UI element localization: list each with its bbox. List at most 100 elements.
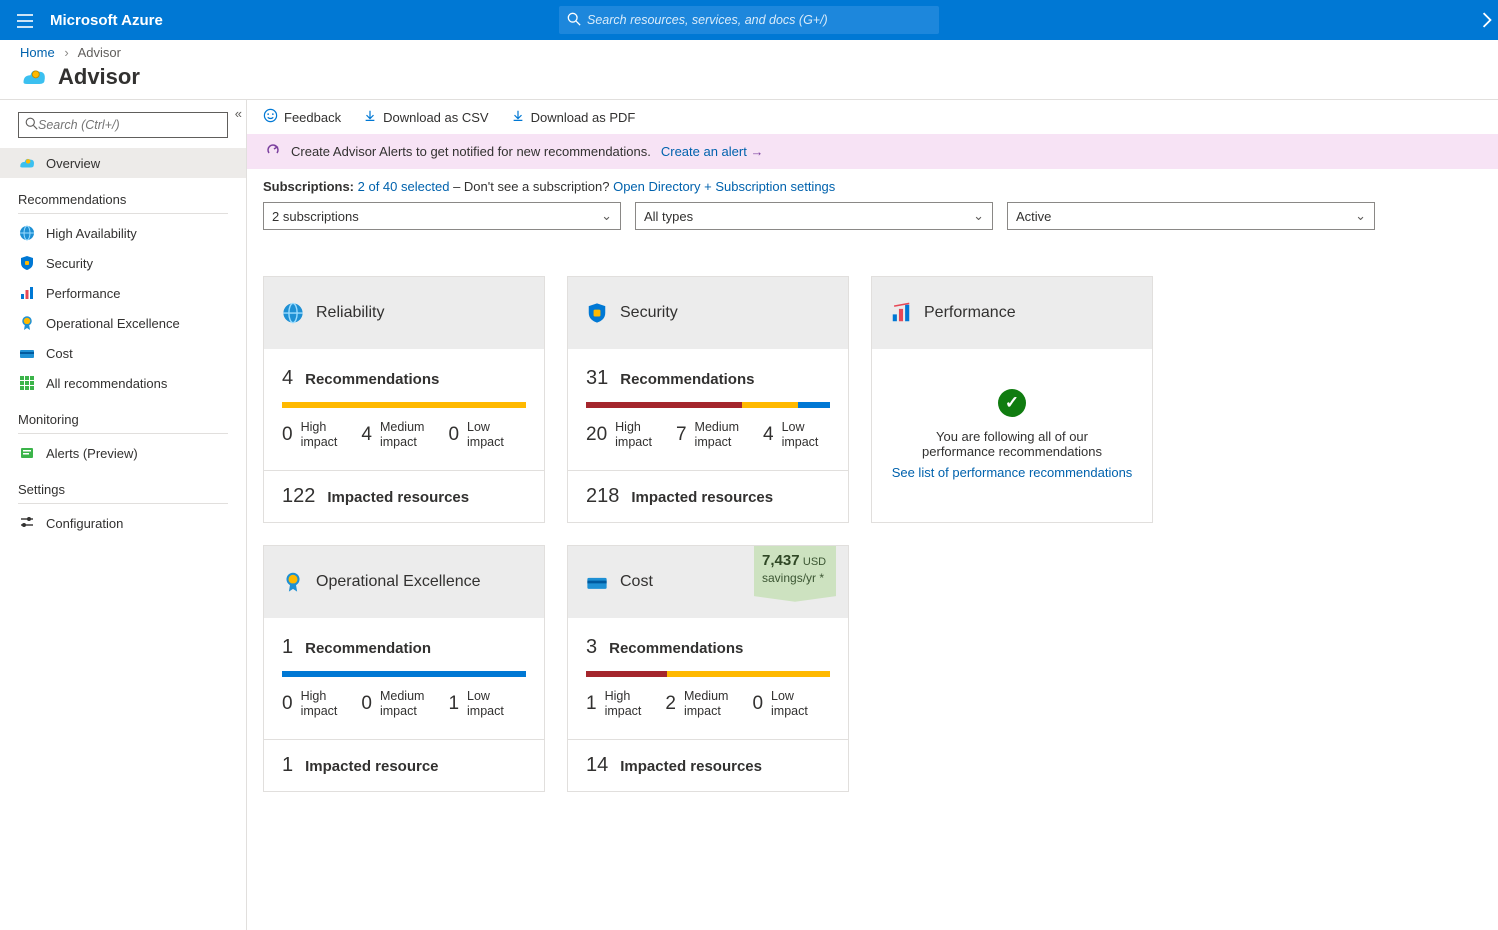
rec-label: Recommendations: [620, 371, 754, 388]
sidebar-search[interactable]: [18, 112, 228, 138]
alert-banner: Create Advisor Alerts to get notified fo…: [247, 134, 1498, 169]
sidebar-item-all-recommendations[interactable]: All recommendations: [0, 368, 246, 398]
sidebar-item-configuration[interactable]: Configuration: [0, 508, 246, 538]
subscriptions-help: – Don't see a subscription?: [453, 179, 613, 194]
subscriptions-dropdown[interactable]: 2 subscriptions ⌄: [263, 202, 621, 230]
globe-icon: [18, 224, 36, 242]
advisor-icon: [18, 154, 36, 172]
collapse-sidebar[interactable]: «: [235, 106, 242, 121]
sidebar-item-operational-excellence[interactable]: Operational Excellence: [0, 308, 246, 338]
card-title: Reliability: [316, 304, 384, 322]
sidebar-group-settings: Settings: [0, 468, 246, 501]
impacted-count: 218: [586, 485, 619, 508]
download-csv-label: Download as CSV: [383, 110, 489, 125]
global-search-input[interactable]: [587, 13, 931, 27]
feedback-label: Feedback: [284, 110, 341, 125]
cost-icon: [18, 344, 36, 362]
download-icon: [511, 109, 525, 126]
card-reliability[interactable]: Reliability 4 Recommendations 0High impa…: [263, 276, 545, 523]
chevron-right-icon: ›: [58, 45, 74, 60]
sidebar-item-security[interactable]: Security: [0, 248, 246, 278]
impacted-count: 122: [282, 485, 315, 508]
alert-text: Create Advisor Alerts to get notified fo…: [291, 144, 651, 159]
status-dropdown[interactable]: Active ⌄: [1007, 202, 1375, 230]
rec-label: Recommendations: [609, 640, 743, 657]
perf-list-link[interactable]: See list of performance recommendations: [882, 465, 1142, 480]
impact-bar: [586, 671, 830, 677]
sidebar-item-overview[interactable]: Overview: [0, 148, 246, 178]
check-icon: ✓: [998, 389, 1026, 417]
hamburger-menu[interactable]: [8, 12, 42, 28]
impacted-label: Impacted resources: [620, 758, 762, 775]
impacted-count: 1: [282, 754, 293, 777]
breadcrumb-current: Advisor: [78, 45, 121, 60]
sidebar-item-label: Cost: [46, 346, 73, 361]
impacted-count: 14: [586, 754, 608, 777]
card-security[interactable]: Security 31 Recommendations 20High impac…: [567, 276, 849, 523]
download-pdf-label: Download as PDF: [531, 110, 636, 125]
directory-settings-link[interactable]: Open Directory + Subscription settings: [613, 179, 835, 194]
impact-bar: [586, 402, 830, 408]
download-pdf-button[interactable]: Download as PDF: [511, 109, 636, 126]
breadcrumb-home[interactable]: Home: [20, 45, 55, 60]
chevron-down-icon: ⌄: [601, 208, 612, 224]
bar-chart-icon: [18, 284, 36, 302]
types-dropdown[interactable]: All types ⌄: [635, 202, 993, 230]
global-search[interactable]: [559, 6, 939, 34]
sidebar-item-label: Performance: [46, 286, 120, 301]
card-performance[interactable]: Performance ✓ You are following all of o…: [871, 276, 1153, 523]
cost-icon: [586, 571, 608, 593]
badge-icon: [282, 571, 304, 593]
search-icon: [567, 12, 581, 29]
card-title: Performance: [924, 304, 1016, 322]
sidebar-item-label: Security: [46, 256, 93, 271]
shield-icon: [586, 302, 608, 324]
shield-icon: [18, 254, 36, 272]
sidebar-group-recommendations: Recommendations: [0, 178, 246, 211]
card-cost[interactable]: Cost 7,437 USD savings/yr * 3 Recommenda…: [567, 545, 849, 792]
perf-ok-text: You are following all of our performance…: [898, 429, 1126, 459]
card-title: Cost: [620, 573, 653, 591]
savings-ribbon: 7,437 USD savings/yr *: [754, 546, 836, 602]
card-operational-excellence[interactable]: Operational Excellence 1 Recommendation …: [263, 545, 545, 792]
search-icon: [25, 117, 38, 133]
sidebar-item-label: High Availability: [46, 226, 137, 241]
impacted-label: Impacted resource: [305, 758, 438, 775]
sliders-icon: [18, 514, 36, 532]
rec-count: 1: [282, 636, 293, 659]
breadcrumb: Home › Advisor: [0, 40, 1498, 63]
impact-bar: [282, 402, 526, 408]
sidebar-item-alerts[interactable]: Alerts (Preview): [0, 438, 246, 468]
sidebar-item-performance[interactable]: Performance: [0, 278, 246, 308]
chevron-down-icon: ⌄: [973, 208, 984, 224]
create-alert-link[interactable]: Create an alert →: [661, 144, 764, 159]
chevron-down-icon: ⌄: [1355, 208, 1366, 224]
smiley-icon: [263, 108, 278, 126]
sidebar-item-label: Alerts (Preview): [46, 446, 138, 461]
rec-count: 4: [282, 367, 293, 390]
impact-bar: [282, 671, 526, 677]
alerts-icon: [18, 444, 36, 462]
rec-count: 3: [586, 636, 597, 659]
bar-chart-icon: [890, 302, 912, 324]
sidebar-item-label: Operational Excellence: [46, 316, 180, 331]
card-title: Security: [620, 304, 678, 322]
download-csv-button[interactable]: Download as CSV: [363, 109, 489, 126]
sidebar-group-monitoring: Monitoring: [0, 398, 246, 431]
page-title: Advisor: [58, 64, 140, 90]
globe-icon: [282, 302, 304, 324]
impacted-label: Impacted resources: [631, 489, 773, 506]
brand: Microsoft Azure: [50, 12, 163, 29]
redo-icon: [265, 142, 281, 161]
rec-label: Recommendation: [305, 640, 431, 657]
sidebar-item-high-availability[interactable]: High Availability: [0, 218, 246, 248]
sidebar-item-label: Overview: [46, 156, 100, 171]
feedback-button[interactable]: Feedback: [263, 108, 341, 126]
sidebar-item-cost[interactable]: Cost: [0, 338, 246, 368]
subscriptions-count[interactable]: 2 of 40 selected: [358, 179, 450, 194]
top-right-expand[interactable]: [1482, 0, 1492, 40]
subscriptions-label: Subscriptions:: [263, 179, 354, 194]
download-icon: [363, 109, 377, 126]
sidebar-search-input[interactable]: [38, 118, 221, 132]
badge-icon: [18, 314, 36, 332]
